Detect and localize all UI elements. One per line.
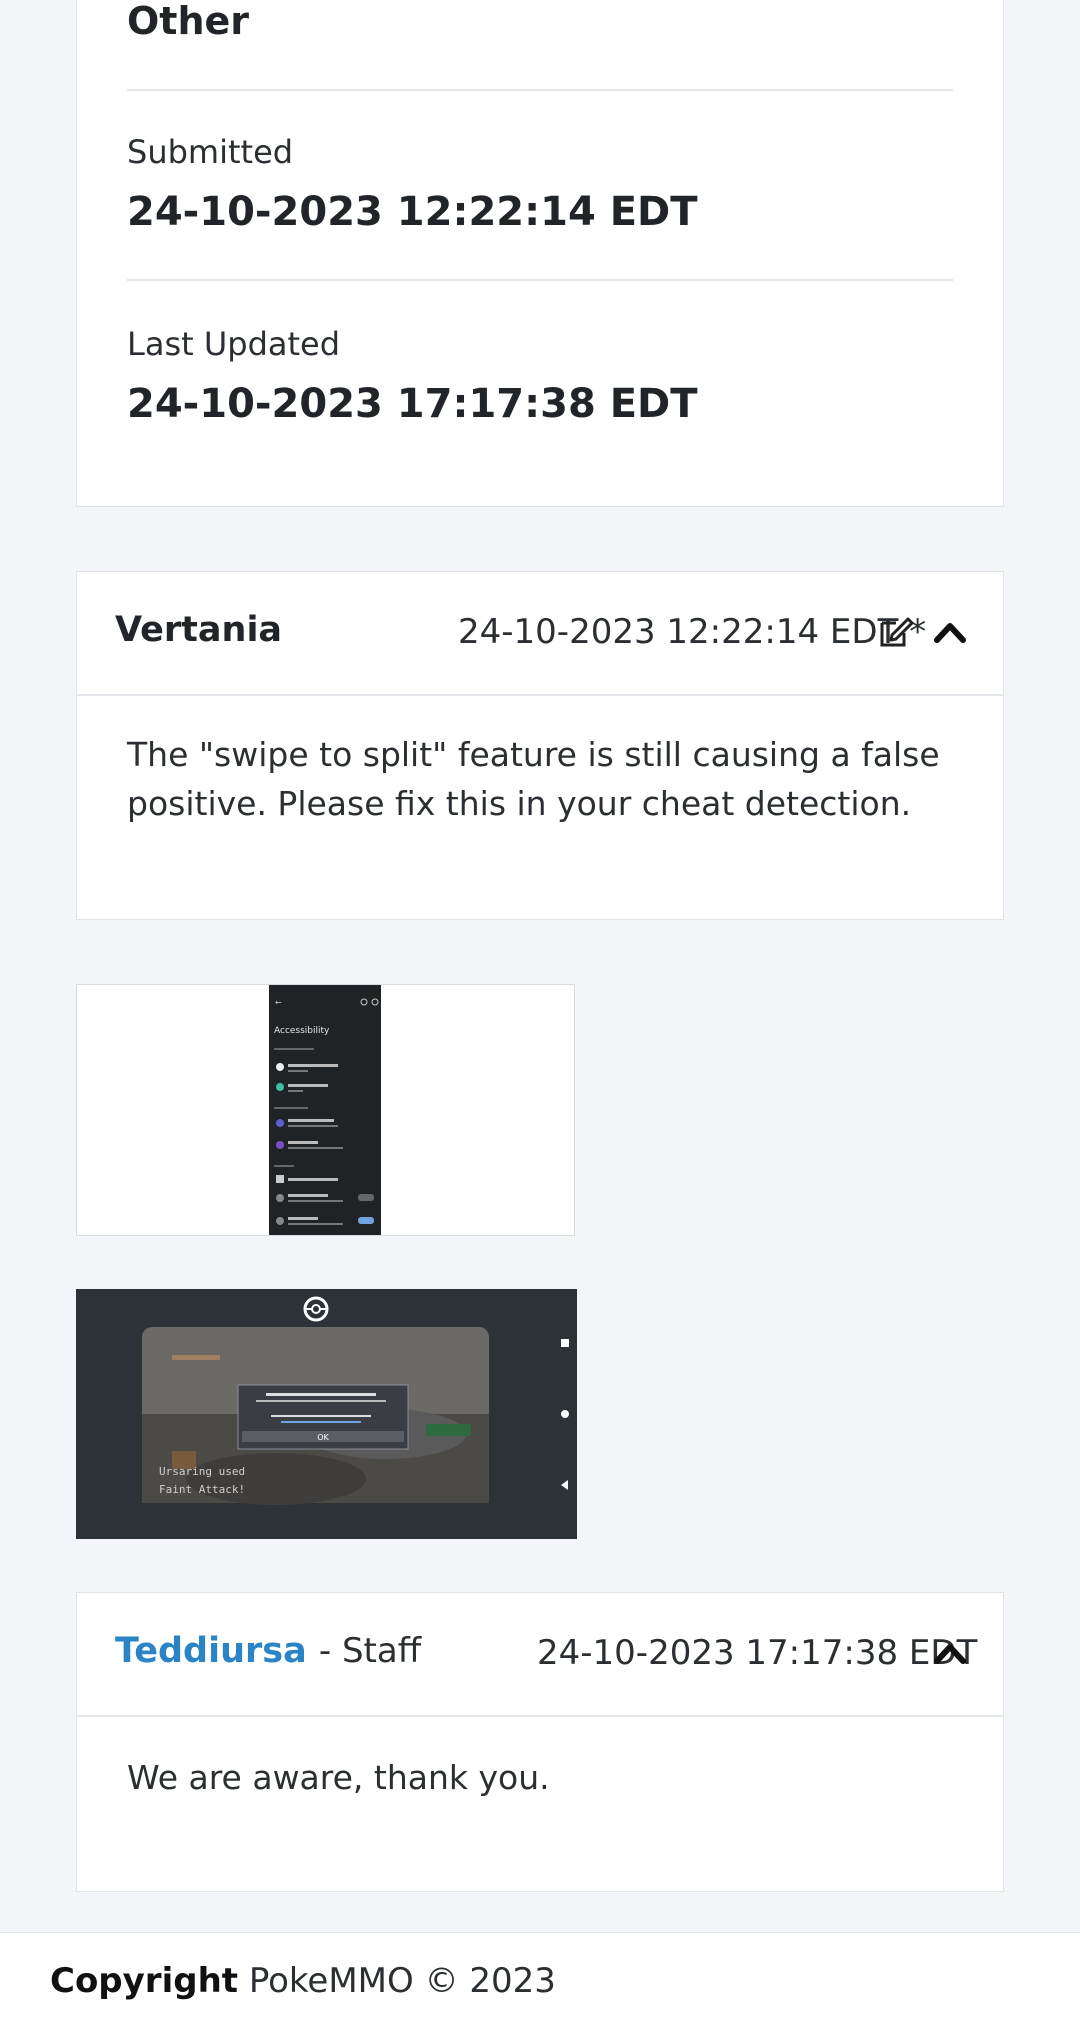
message-header: Teddiursa - Staff 24-10-2023 17:17:38 ED…: [77, 1593, 1003, 1717]
copyright-text: PokeMMO © 2023: [248, 1961, 556, 2001]
edit-icon[interactable]: [879, 616, 914, 652]
attachment-thumbnail[interactable]: OK Ursaring used Faint Attack!: [76, 1289, 577, 1539]
message-date: 24-10-2023 17:17:38 EDT: [537, 1633, 978, 1673]
attachment-thumbnail[interactable]: ← Accessibility: [76, 984, 575, 1236]
message-author[interactable]: Teddiursa - Staff: [115, 1631, 421, 1671]
copyright: Copyright PokeMMO © 2023: [50, 1961, 556, 2001]
message-card: Teddiursa - Staff 24-10-2023 17:17:38 ED…: [76, 1592, 1004, 1892]
svg-text:←: ←: [275, 998, 282, 1007]
accessibility-screenshot: ← Accessibility: [269, 985, 381, 1235]
chevron-up-icon[interactable]: [934, 1641, 966, 1669]
dialog-ok-label: OK: [317, 1433, 329, 1442]
submitted-label: Submitted: [127, 133, 294, 171]
author-link[interactable]: Teddiursa: [115, 1631, 307, 1671]
last-updated-value: 24-10-2023 17:17:38 EDT: [127, 381, 698, 427]
message-body: We are aware, thank you.: [127, 1758, 550, 1797]
chevron-up-icon[interactable]: [934, 620, 966, 648]
submitted-value: 24-10-2023 12:22:14 EDT: [127, 189, 698, 235]
screenshot-title: Accessibility: [274, 1026, 330, 1036]
message-header: Vertania 24-10-2023 12:22:14 EDT *: [77, 572, 1003, 696]
author-role: - Staff: [318, 1631, 422, 1671]
copyright-label: Copyright: [50, 1961, 239, 2001]
message-author: Vertania: [115, 610, 283, 650]
footer: Copyright PokeMMO © 2023: [0, 1932, 1080, 2025]
message-body: The "swipe to split" feature is still ca…: [127, 735, 940, 823]
last-updated-label: Last Updated: [127, 325, 341, 363]
ticket-info-card: Other Submitted 24-10-2023 12:22:14 EDT …: [76, 0, 1004, 507]
message-card: Vertania 24-10-2023 12:22:14 EDT * The "…: [76, 571, 1004, 920]
divider: [127, 89, 953, 91]
battle-text-line2: Faint Attack!: [159, 1483, 245, 1496]
battle-text-line1: Ursaring used: [159, 1465, 245, 1478]
category-value: Other: [127, 0, 250, 43]
game-screenshot: OK Ursaring used Faint Attack!: [76, 1289, 577, 1539]
message-date: 24-10-2023 12:22:14 EDT *: [458, 612, 927, 652]
divider: [127, 279, 953, 281]
